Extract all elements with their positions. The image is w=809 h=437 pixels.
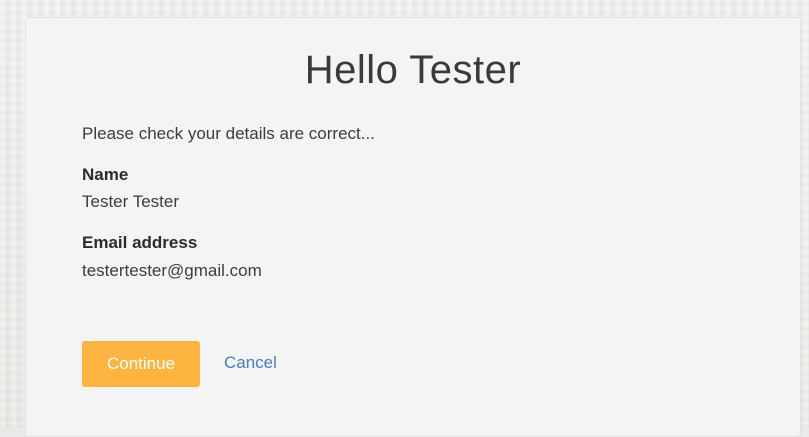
confirmation-card: Hello Tester Please check your details a… — [25, 17, 801, 437]
email-value: testertester@gmail.com — [82, 261, 262, 280]
continue-button[interactable]: Continue — [82, 341, 200, 387]
name-value: Tester Tester — [82, 192, 180, 211]
cancel-link[interactable]: Cancel — [224, 353, 277, 373]
name-label: Name — [82, 165, 129, 184]
page-title: Hello Tester — [304, 48, 522, 92]
intro-text: Please check your details are correct... — [82, 124, 375, 143]
email-label: Email address — [82, 233, 198, 252]
